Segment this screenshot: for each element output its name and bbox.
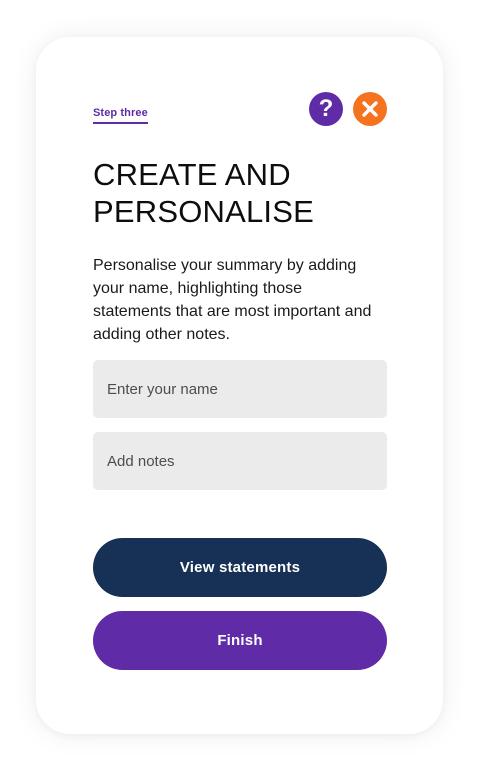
close-x-icon: [362, 101, 378, 117]
step-indicator: Step three: [93, 107, 148, 124]
page-title: CREATE AND PERSONALISE: [93, 157, 315, 229]
help-button[interactable]: ?: [309, 92, 343, 126]
close-button[interactable]: [353, 92, 387, 126]
question-mark-icon: ?: [318, 95, 334, 122]
instructions-text: Personalise your summary by adding your …: [93, 257, 372, 343]
notes-input[interactable]: [93, 432, 387, 490]
finish-button[interactable]: Finish: [93, 611, 387, 670]
view-statements-button[interactable]: View statements: [93, 538, 387, 597]
name-input[interactable]: [93, 360, 387, 418]
